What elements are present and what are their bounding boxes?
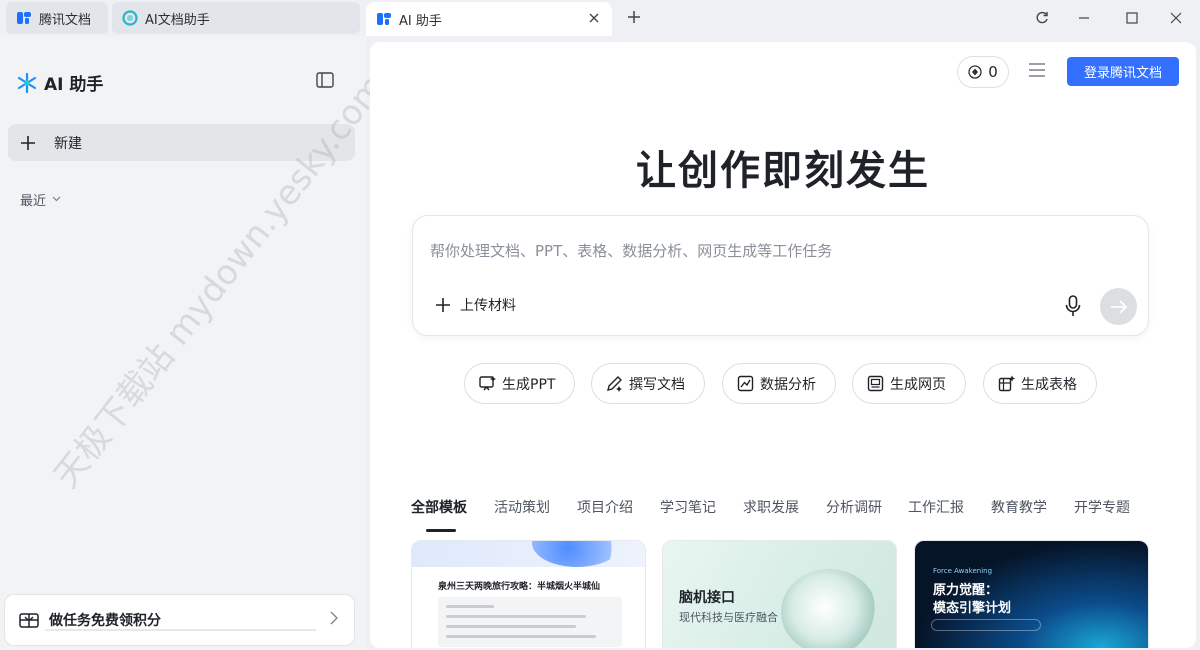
action-label: 生成PPT [502, 376, 556, 393]
login-button[interactable]: 登录腾讯文档 [1067, 57, 1179, 86]
action-label: 数据分析 [760, 376, 816, 393]
tencent-docs-icon [16, 10, 32, 26]
new-chat-label: 新建 [54, 135, 82, 152]
new-chat-button[interactable]: 新建 [8, 124, 355, 161]
task-progress-bar [45, 629, 316, 631]
text-line [446, 625, 576, 628]
recent-label: 最近 [20, 194, 47, 209]
arrow-right-icon [1110, 299, 1127, 314]
action-label: 生成表格 [1021, 376, 1077, 393]
action-label: 生成网页 [890, 376, 946, 393]
task-label: 做任务免费领积分 [49, 613, 161, 629]
action-label: 撰写文档 [629, 376, 685, 393]
pen-icon [606, 375, 623, 392]
template-card[interactable]: 脑机接口 现代科技与医疗融合 [662, 540, 897, 648]
ai-logo-icon [16, 72, 38, 94]
tab-career[interactable]: 求职发展 [743, 497, 799, 517]
generate-webpage-button[interactable]: 生成网页 [852, 363, 966, 404]
tab-label: AI 助手 [399, 13, 442, 29]
text-line [446, 605, 494, 608]
tab-bar: 腾讯文档 AI文档助手 AI 助手 [0, 0, 1200, 36]
template-card[interactable]: Force Awakening 原力觉醒： 模态引擎计划 [914, 540, 1149, 648]
tab-event-planning[interactable]: 活动策划 [494, 497, 550, 517]
card-search-pill [931, 619, 1041, 631]
brand: AI 助手 [16, 70, 103, 95]
minimize-icon[interactable] [1074, 8, 1094, 28]
tab-project-intro[interactable]: 项目介绍 [577, 497, 633, 517]
collapse-sidebar-icon[interactable] [316, 72, 336, 92]
send-button[interactable] [1100, 288, 1137, 325]
brand-title: AI 助手 [44, 75, 104, 95]
generate-ppt-button[interactable]: 生成PPT [464, 363, 575, 404]
brain-image [781, 569, 877, 648]
ai-assistant-icon [122, 10, 138, 26]
tab-study-notes[interactable]: 学习笔记 [660, 497, 716, 517]
write-document-button[interactable]: 撰写文档 [591, 363, 705, 404]
close-window-icon[interactable] [1166, 8, 1186, 28]
main-panel: 0 登录腾讯文档 让创作即刻发生 帮你处理文档、PPT、表格、数据分析、网页生成… [370, 42, 1196, 648]
tab-back-to-school[interactable]: 开学专题 [1074, 497, 1130, 517]
template-title-line2: 模态引擎计划 [933, 601, 1012, 616]
tab-label: 腾讯文档 [39, 12, 92, 28]
credits-icon [968, 65, 982, 79]
tab-label: AI文档助手 [145, 12, 210, 28]
text-line [446, 635, 596, 638]
text-line [446, 615, 586, 618]
sidebar: AI 助手 新建 最近 做任务免费领积分 天极下载站 mydown.yesky.… [0, 36, 393, 650]
microphone-icon[interactable] [1065, 295, 1081, 317]
generate-table-button[interactable]: 生成表格 [983, 363, 1097, 404]
data-analysis-button[interactable]: 数据分析 [722, 363, 836, 404]
gift-icon [19, 611, 39, 629]
hero-title: 让创作即刻发生 [636, 147, 930, 194]
chart-icon [737, 375, 754, 392]
template-title: 泉州三天两晚旅行攻略：半城烟火半城仙 [438, 582, 601, 592]
plus-icon [20, 135, 36, 151]
tencent-docs-icon [376, 11, 392, 27]
webpage-icon [867, 375, 884, 392]
upload-label: 上传材料 [460, 298, 516, 314]
upload-material-button[interactable]: 上传材料 [435, 295, 516, 315]
ppt-icon [479, 375, 496, 392]
template-title: 原力觉醒： [933, 583, 999, 598]
close-tab-icon[interactable] [586, 10, 602, 26]
credits-count: 0 [988, 63, 998, 81]
tab-research[interactable]: 分析调研 [826, 497, 882, 517]
new-tab-button[interactable] [624, 7, 644, 27]
tab-ai-assistant[interactable]: AI 助手 [366, 2, 612, 36]
active-tab-indicator [426, 529, 456, 532]
plus-icon [435, 297, 451, 313]
tab-tencent-docs[interactable]: 腾讯文档 [6, 2, 108, 34]
template-title: 脑机接口 [679, 590, 735, 606]
maximize-icon[interactable] [1122, 8, 1142, 28]
prompt-box[interactable]: 帮你处理文档、PPT、表格、数据分析、网页生成等工作任务 上传材料 [412, 215, 1149, 336]
tab-all-templates[interactable]: 全部模板 [411, 497, 467, 517]
template-tag: Force Awakening [933, 567, 993, 575]
chevron-right-icon [330, 611, 342, 627]
template-card[interactable]: 泉州三天两晚旅行攻略：半城烟火半城仙 [411, 540, 646, 648]
recent-toggle[interactable]: 最近 [20, 190, 61, 209]
task-rewards-card[interactable]: 做任务免费领积分 [4, 594, 355, 646]
chevron-down-icon [52, 194, 61, 205]
prompt-input[interactable]: 帮你处理文档、PPT、表格、数据分析、网页生成等工作任务 [430, 240, 832, 261]
table-icon [998, 375, 1015, 392]
menu-icon[interactable] [1028, 63, 1046, 79]
refresh-icon[interactable] [1032, 8, 1052, 28]
tab-work-report[interactable]: 工作汇报 [908, 497, 964, 517]
template-subtitle: 现代科技与医疗融合 [679, 611, 778, 624]
credits-badge[interactable]: 0 [957, 56, 1009, 88]
tab-education[interactable]: 教育教学 [991, 497, 1047, 517]
tab-ai-doc-assistant[interactable]: AI文档助手 [112, 2, 360, 34]
